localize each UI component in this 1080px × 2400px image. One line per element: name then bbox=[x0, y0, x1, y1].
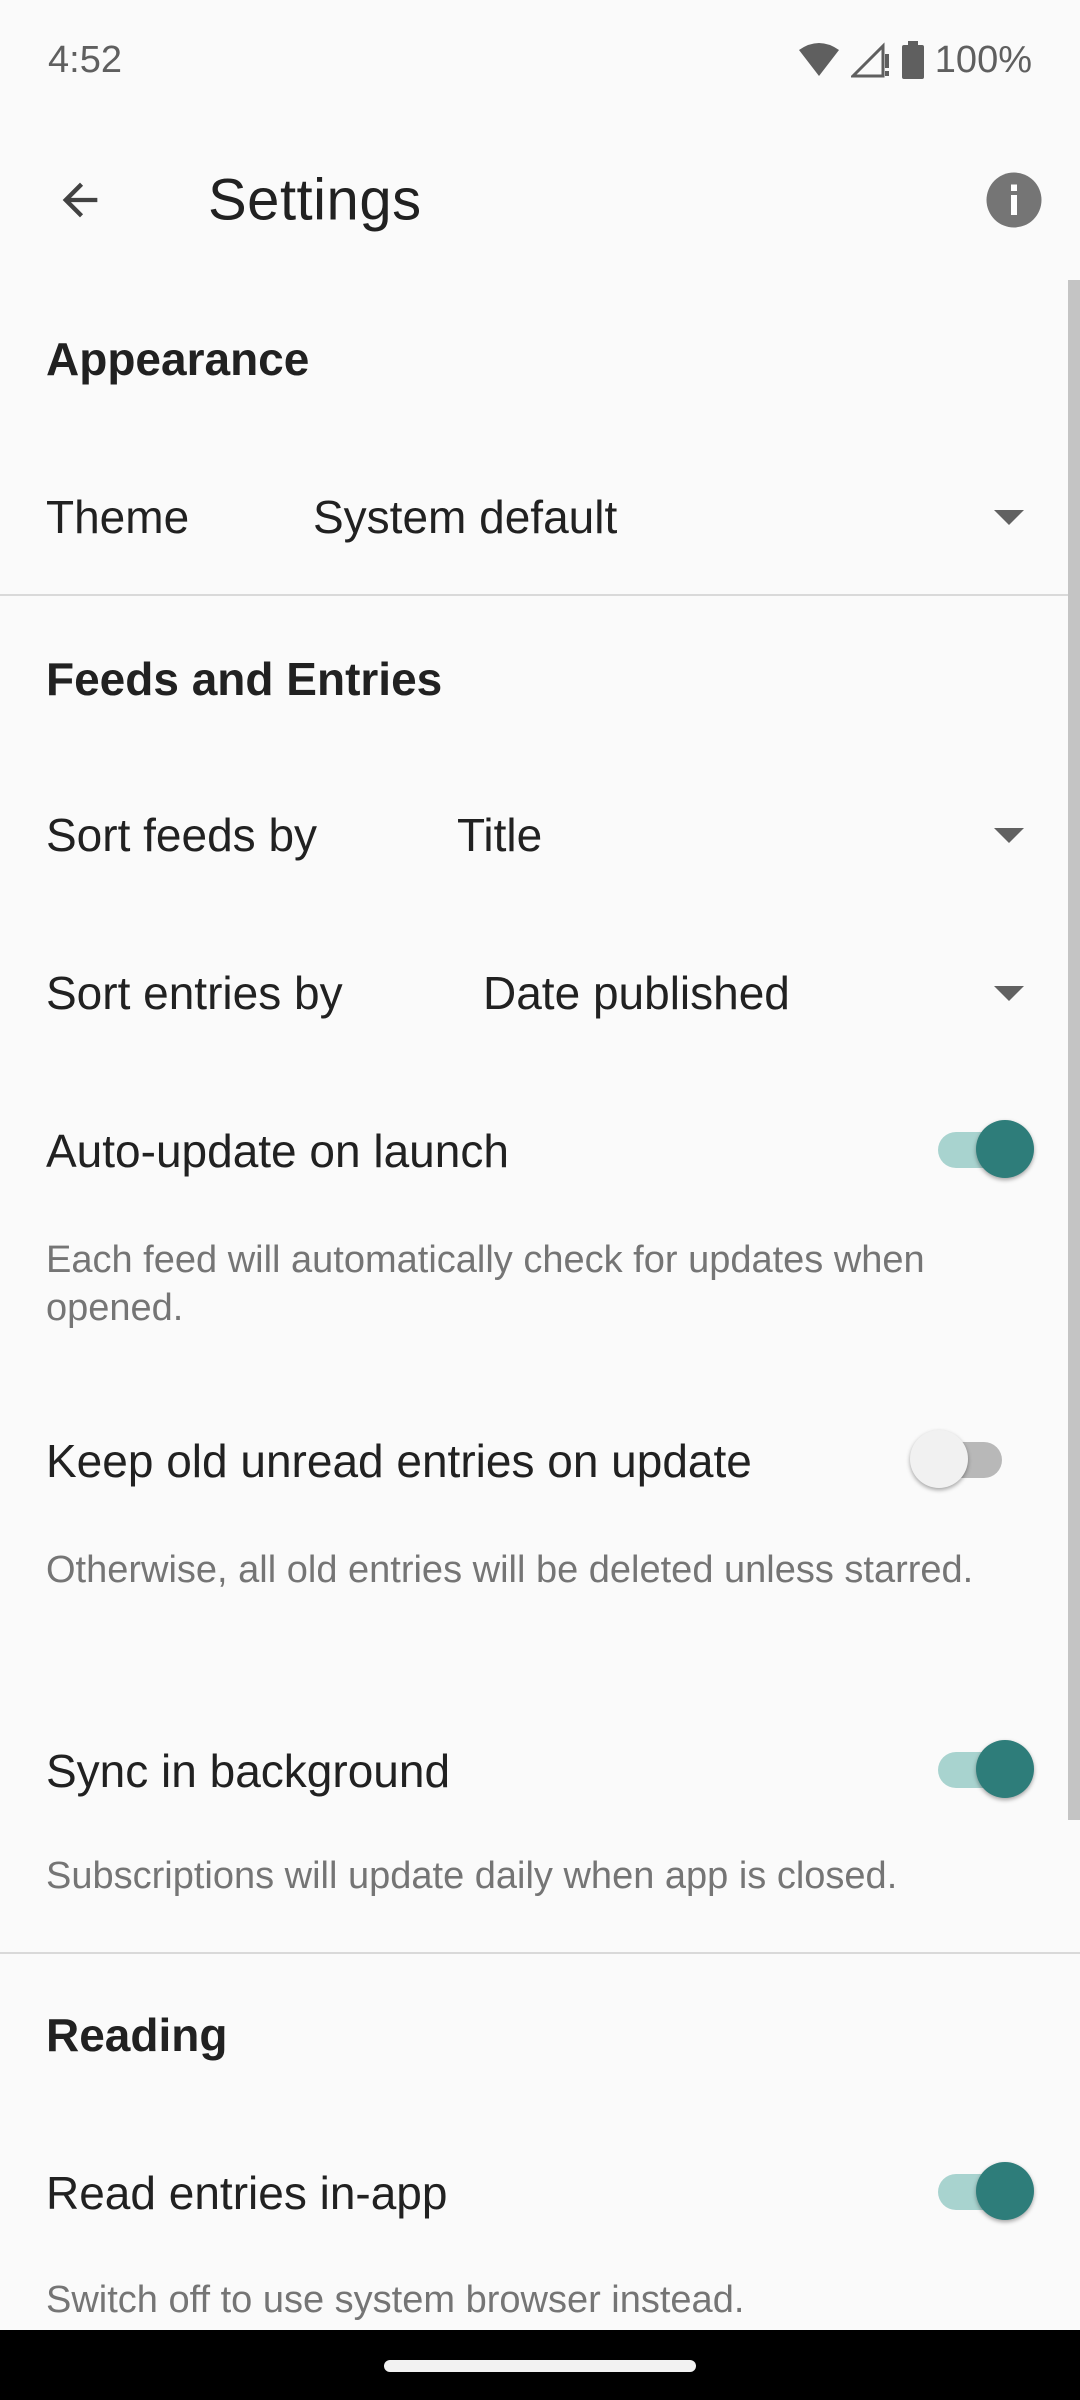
navigation-bar bbox=[0, 2330, 1080, 2400]
auto-update-description: Each feed will automatically check for u… bbox=[46, 1239, 925, 1329]
keep-old-toggle[interactable] bbox=[910, 1430, 1002, 1488]
section-header-reading: Reading bbox=[46, 2009, 228, 2061]
sort-entries-select[interactable]: Date published bbox=[483, 966, 790, 1020]
toggle-thumb bbox=[976, 1740, 1034, 1798]
sort-feeds-select[interactable]: Title bbox=[457, 808, 542, 862]
info-icon bbox=[986, 172, 1042, 228]
divider bbox=[0, 1952, 1080, 1954]
toggle-thumb bbox=[910, 1430, 968, 1488]
app-bar: Settings bbox=[0, 120, 1080, 280]
toggle-thumb bbox=[976, 2162, 1034, 2220]
info-button[interactable] bbox=[984, 170, 1044, 230]
sync-description: Subscriptions will update daily when app… bbox=[46, 1855, 898, 1897]
section-header-feeds: Feeds and Entries bbox=[46, 653, 443, 705]
back-button[interactable] bbox=[40, 160, 120, 240]
toggle-thumb bbox=[976, 1120, 1034, 1178]
sort-feeds-label: Sort feeds by bbox=[46, 809, 318, 861]
status-time: 4:52 bbox=[48, 38, 122, 81]
read-inapp-toggle[interactable] bbox=[938, 2162, 1034, 2220]
home-gesture-handle[interactable] bbox=[384, 2360, 696, 2372]
divider bbox=[0, 594, 1080, 596]
battery-percent: 100% bbox=[934, 38, 1032, 81]
page-title: Settings bbox=[208, 167, 422, 233]
chevron-down-icon[interactable] bbox=[994, 828, 1024, 843]
auto-update-toggle[interactable] bbox=[938, 1120, 1034, 1178]
battery-icon bbox=[901, 41, 924, 79]
sort-entries-label: Sort entries by bbox=[46, 967, 343, 1019]
chevron-down-icon[interactable] bbox=[994, 986, 1024, 1001]
status-bar: 4:52 100% bbox=[0, 0, 1080, 120]
auto-update-label: Auto-update on launch bbox=[46, 1125, 509, 1177]
theme-label: Theme bbox=[46, 491, 190, 543]
read-inapp-label: Read entries in-app bbox=[46, 2167, 448, 2219]
keep-old-label: Keep old unread entries on update bbox=[46, 1435, 752, 1487]
keep-old-description: Otherwise, all old entries will be delet… bbox=[46, 1549, 974, 1591]
sync-toggle[interactable] bbox=[938, 1740, 1034, 1798]
wifi-icon bbox=[798, 43, 839, 76]
arrow-back-icon bbox=[62, 182, 98, 218]
scrollbar[interactable] bbox=[1068, 280, 1080, 1820]
read-inapp-description: Switch off to use system browser instead… bbox=[46, 2279, 745, 2321]
chevron-down-icon[interactable] bbox=[994, 510, 1024, 525]
sync-label: Sync in background bbox=[46, 1745, 451, 1797]
signal-icon bbox=[850, 42, 889, 78]
settings-list[interactable]: Appearance Theme System default Feeds an… bbox=[0, 280, 1080, 2330]
section-header-appearance: Appearance bbox=[46, 333, 310, 385]
status-icons: 100% bbox=[797, 39, 1032, 82]
theme-select[interactable]: System default bbox=[313, 490, 617, 544]
